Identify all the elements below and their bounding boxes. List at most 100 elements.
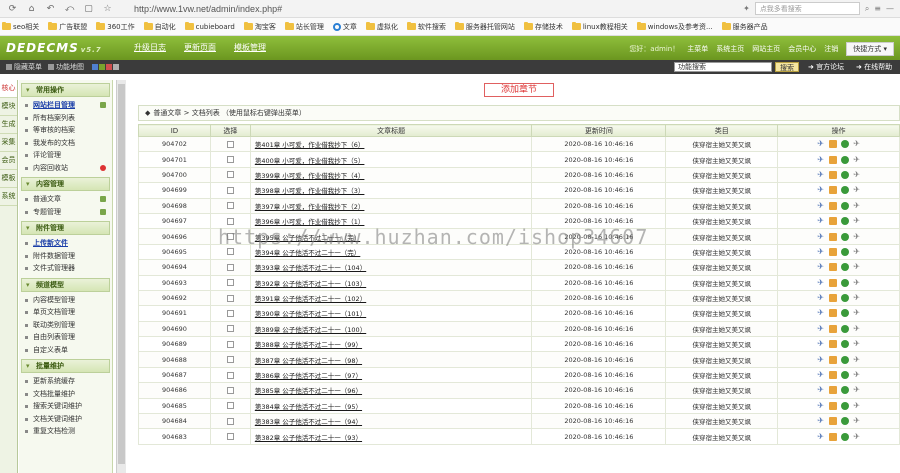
star-icon[interactable]: ☆ [101,2,114,15]
row-checkbox[interactable] [226,325,234,333]
edit-icon[interactable] [828,278,837,287]
menu-item[interactable]: 网站栏目管理 [19,99,112,112]
preview-icon[interactable]: ✈ [817,432,825,441]
tab-template-manage[interactable]: 模板管理 [228,40,272,55]
edit-icon[interactable] [828,155,837,164]
preview-icon[interactable]: ✈ [817,232,825,241]
bookmark-item[interactable]: 自动化 [143,22,176,32]
page-icon[interactable]: ▢ [82,2,95,15]
undo-icon[interactable]: ⤺ [63,2,76,15]
row-checkbox[interactable] [226,263,234,271]
article-title-link[interactable]: 第399章 小可爱，作业借我抄下（4） [255,172,365,180]
row-checkbox[interactable] [226,309,234,317]
article-title-link[interactable]: 第388章 公子他活不过二十一（99） [255,341,362,349]
move-icon[interactable]: ✈ [853,278,861,287]
move-icon[interactable]: ✈ [853,170,861,179]
article-title-link[interactable]: 第397章 小可爱，作业借我抄下（2） [255,203,365,211]
bookmark-item[interactable]: 文章 [332,22,357,32]
menu-item[interactable]: 所有档案列表 [19,112,112,125]
skin-swatch[interactable] [106,64,112,70]
check-icon[interactable] [840,309,849,318]
row-checkbox[interactable] [226,386,234,394]
edit-icon[interactable] [828,232,837,241]
menu-item[interactable]: 专题管理 [19,206,112,219]
check-icon[interactable] [840,232,849,241]
check-icon[interactable] [840,386,849,395]
preview-icon[interactable]: ✈ [817,294,825,302]
check-icon[interactable] [840,170,849,179]
skin-swatch[interactable] [99,64,105,70]
row-checkbox[interactable] [226,371,234,379]
preview-icon[interactable]: ✈ [817,417,825,425]
edit-icon[interactable] [828,263,837,272]
row-checkbox[interactable] [226,248,234,256]
move-icon[interactable]: ✈ [853,324,861,333]
back-icon[interactable]: ↶ [44,2,57,15]
menu-group-title[interactable]: 内容管理 [21,177,110,191]
menu-group-title[interactable]: 频道模型 [21,277,110,292]
bookmark-item[interactable]: 站长管理 [284,22,324,32]
skin-swatch[interactable] [113,64,119,70]
preview-icon[interactable]: ✈ [817,186,825,194]
row-checkbox[interactable] [226,217,234,225]
preview-icon[interactable]: ✈ [817,324,825,333]
check-icon[interactable] [840,217,849,226]
move-icon[interactable]: ✈ [853,371,861,379]
preview-icon[interactable]: ✈ [817,263,825,271]
move-icon[interactable]: ✈ [853,201,861,210]
check-icon[interactable] [840,278,849,287]
menu-item[interactable]: 自定义表单 [19,344,112,357]
add-icon[interactable] [100,102,106,108]
menu-group-title[interactable]: 附件管理 [21,221,110,235]
article-title-link[interactable]: 第389章 公子他活不过二十一（100） [255,326,366,334]
article-title-link[interactable]: 第393章 公子他活不过二十一（104） [255,264,366,272]
menu-item[interactable]: 我发布的文档 [19,137,112,150]
bookmark-item[interactable]: linux教程相关 [571,22,628,32]
menu-item[interactable]: 单页文档管理 [19,306,112,319]
menu-icon[interactable]: ≡ [874,4,881,13]
preview-icon[interactable]: ✈ [817,217,825,225]
bookmark-item[interactable]: 360工作 [96,22,135,32]
edit-icon[interactable] [828,417,837,426]
article-title-link[interactable]: 第401章 小可爱，作业借我抄下（6） [255,141,365,149]
address-bar[interactable]: http://www.1vw.net/admin/index.php# [134,4,282,14]
article-title-link[interactable]: 第392章 公子他活不过二十一（103） [255,280,366,288]
check-icon[interactable] [840,355,849,364]
vtab-item[interactable]: 模块 [0,98,17,116]
row-checkbox[interactable] [226,402,234,410]
bookmark-item[interactable]: windows及参考资... [636,22,713,32]
move-icon[interactable]: ✈ [853,247,861,256]
check-icon[interactable] [840,294,849,303]
preview-icon[interactable]: ✈ [817,247,825,256]
article-title-link[interactable]: 第387章 公子他活不过二十一（98） [255,357,362,365]
vtab-item[interactable]: 核心 [0,80,17,98]
bookmark-item[interactable]: 服务器托管网站 [454,22,515,32]
row-checkbox[interactable] [226,279,234,287]
preview-icon[interactable]: ✈ [817,155,825,164]
refresh-icon[interactable]: ⟳ [6,2,19,15]
vtab-item[interactable]: 模板 [0,170,17,188]
preview-icon[interactable]: ✈ [817,140,825,148]
bookmark-item[interactable]: 广告联盟 [48,22,87,32]
menu-item[interactable]: 评论管理 [19,149,112,162]
row-checkbox[interactable] [226,202,234,210]
menu-item[interactable]: 重复文档检测 [19,425,112,438]
check-icon[interactable] [840,432,849,441]
menu-item[interactable]: 文件式管理器 [19,262,112,275]
move-icon[interactable]: ✈ [853,140,861,148]
browser-search-input[interactable]: 点我多看搜索 [754,2,860,15]
feature-map-button[interactable]: 功能地图 [48,62,84,72]
move-icon[interactable]: ✈ [853,186,861,194]
check-icon[interactable] [840,417,849,426]
tab-upgrade-log[interactable]: 升级日志 [128,40,172,55]
menu-item[interactable]: 文档批量维护 [19,388,112,401]
extension-icon[interactable]: ✦ [743,4,750,13]
check-icon[interactable] [840,401,849,410]
check-icon[interactable] [840,371,849,380]
article-title-link[interactable]: 第396章 小可爱，作业借我抄下（1） [255,218,365,226]
menu-item[interactable]: 联动类别管理 [19,319,112,332]
row-checkbox[interactable] [226,171,234,179]
bookmark-item[interactable]: 服务器产品 [721,22,768,32]
edit-icon[interactable] [828,217,837,226]
feature-search-input[interactable]: 功能搜索 [674,62,772,72]
